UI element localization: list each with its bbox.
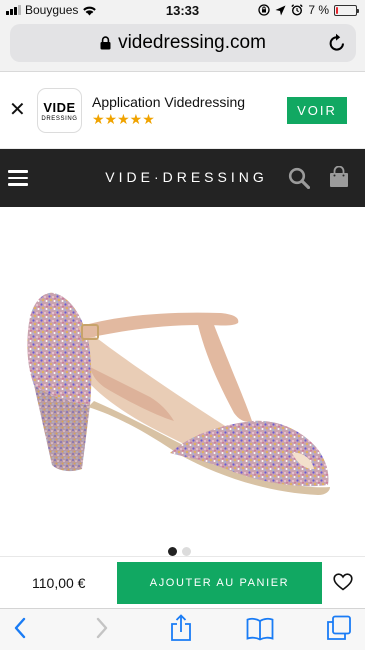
app-install-banner: ✕ VIDE DRESSING Application Videdressing… xyxy=(0,73,365,149)
app-logo: VIDE DRESSING xyxy=(37,88,82,133)
reload-icon[interactable] xyxy=(328,33,346,52)
site-header: VIDE·DRESSING xyxy=(0,149,365,207)
share-icon[interactable] xyxy=(170,614,192,642)
app-name: Application Videdressing xyxy=(92,94,246,110)
pager-dot-2[interactable] xyxy=(182,547,191,556)
pager-dot-1[interactable] xyxy=(168,547,177,556)
cart-bar: 110,00 € AJOUTER AU PANIER xyxy=(0,556,365,608)
browser-toolbar xyxy=(0,608,365,650)
forward-icon[interactable] xyxy=(95,617,109,639)
voir-button[interactable]: VOIR xyxy=(287,97,347,124)
glitter-sandal-illustration xyxy=(27,292,330,495)
status-right: 7 % xyxy=(258,3,359,17)
location-icon xyxy=(275,5,286,15)
heart-icon[interactable] xyxy=(333,573,353,591)
site-brand-logo[interactable]: VIDE·DRESSING xyxy=(0,169,365,185)
battery-percent: 7 % xyxy=(308,3,329,17)
browser-address-area: videdressing.com xyxy=(0,20,365,72)
back-icon[interactable] xyxy=(13,617,27,639)
rotation-lock-icon xyxy=(258,4,270,16)
app-logo-line2: DRESSING xyxy=(41,116,78,122)
alarm-icon xyxy=(291,4,304,16)
url-text: videdressing.com xyxy=(118,32,266,53)
app-rating-stars: ★★★★★ xyxy=(92,111,155,127)
status-bar: Bouygues 13:33 7 % xyxy=(0,0,365,20)
shopping-bag-icon[interactable] xyxy=(329,166,349,188)
battery-icon xyxy=(334,4,359,16)
lock-icon xyxy=(100,36,111,50)
close-icon[interactable]: ✕ xyxy=(9,100,26,120)
product-price: 110,00 € xyxy=(32,575,86,591)
bookmarks-icon[interactable] xyxy=(246,617,274,641)
product-image[interactable] xyxy=(0,207,365,555)
add-to-cart-button[interactable]: AJOUTER AU PANIER xyxy=(117,562,322,604)
url-bar[interactable]: videdressing.com xyxy=(10,24,356,62)
tabs-icon[interactable] xyxy=(326,615,352,641)
gallery-pager[interactable] xyxy=(168,547,191,556)
app-logo-line1: VIDE xyxy=(43,100,76,115)
search-icon[interactable] xyxy=(288,167,310,189)
